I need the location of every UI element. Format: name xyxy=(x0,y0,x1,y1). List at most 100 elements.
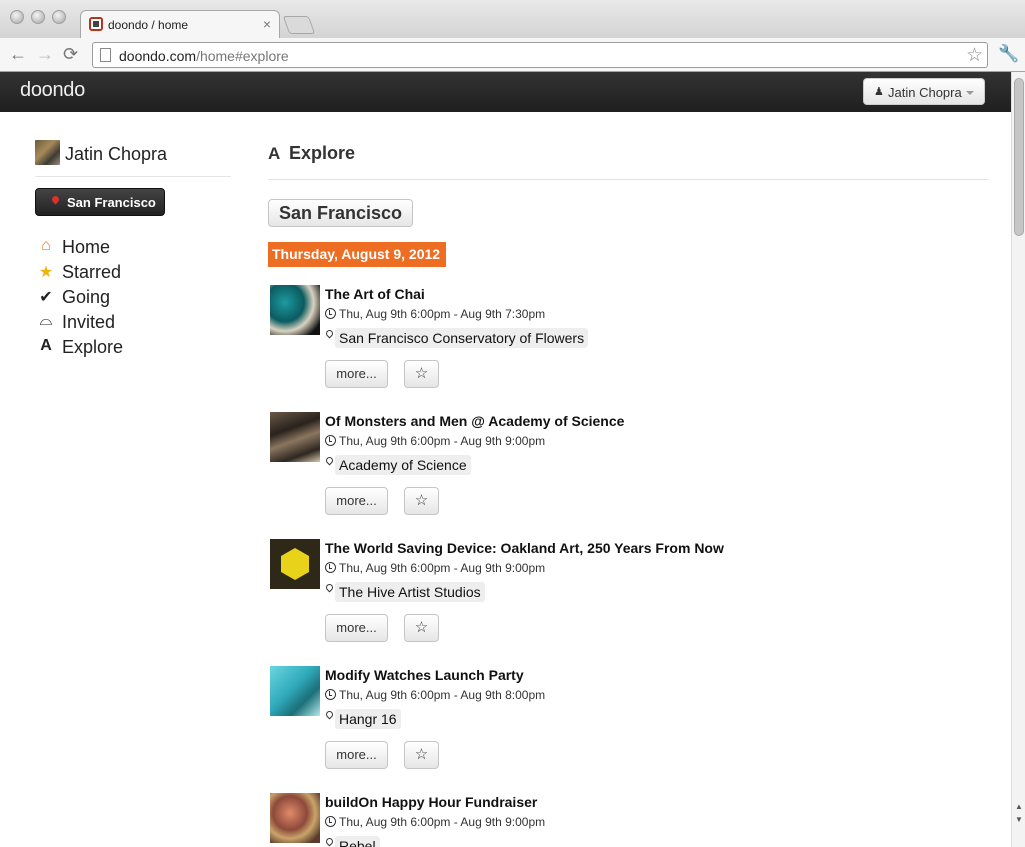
event-item: The Art of Chai Thu, Aug 9th 6:00pm - Au… xyxy=(268,285,988,405)
inbox-icon: ⌓ xyxy=(39,312,53,329)
event-venue: Hangr 16 xyxy=(324,709,401,731)
brand-logo[interactable]: doondo xyxy=(20,79,85,102)
sidebar-item-explore[interactable]: A Explore xyxy=(37,336,197,361)
venue-name[interactable]: San Francisco Conservatory of Flowers xyxy=(335,328,589,348)
event-thumbnail[interactable] xyxy=(270,285,320,335)
reload-icon[interactable]: ⟳ xyxy=(63,43,78,65)
clock-icon xyxy=(325,308,336,319)
star-button[interactable]: ☆ xyxy=(404,741,439,769)
forward-icon[interactable]: → xyxy=(36,43,54,65)
new-tab-button[interactable] xyxy=(282,16,316,34)
close-window-button[interactable] xyxy=(10,10,24,24)
location-button[interactable]: San Francisco xyxy=(35,188,165,216)
sidebar-item-label: Starred xyxy=(62,262,122,282)
more-button[interactable]: more... xyxy=(325,741,388,769)
event-item: The World Saving Device: Oakland Art, 25… xyxy=(268,539,988,659)
zoom-window-button[interactable] xyxy=(52,10,66,24)
venue-name[interactable]: Academy of Science xyxy=(335,455,471,475)
venue-name[interactable]: Hangr 16 xyxy=(335,709,401,729)
sidebar-item-label: Explore xyxy=(62,337,124,357)
user-menu-label: Jatin Chopra xyxy=(888,85,962,100)
sidebar-item-label: Home xyxy=(62,237,111,257)
more-button[interactable]: more... xyxy=(325,360,388,388)
sidebar-item-starred[interactable]: ★ Starred xyxy=(37,261,197,286)
user-icon: ♟ xyxy=(874,86,884,98)
venue-name[interactable]: The Hive Artist Studios xyxy=(335,582,485,602)
event-item: Modify Watches Launch Party Thu, Aug 9th… xyxy=(268,666,988,786)
event-item: buildOn Happy Hour Fundraiser Thu, Aug 9… xyxy=(268,793,988,847)
event-time: Thu, Aug 9th 6:00pm - Aug 9th 9:00pm xyxy=(325,561,545,575)
event-time: Thu, Aug 9th 6:00pm - Aug 9th 7:30pm xyxy=(325,307,545,321)
star-button[interactable]: ☆ xyxy=(404,360,439,388)
page-title: A Explore xyxy=(268,143,356,163)
caret-down-icon xyxy=(966,91,974,95)
avatar[interactable] xyxy=(35,140,60,165)
url-text[interactable]: doondo.com/home#explore xyxy=(119,48,289,64)
clock-icon xyxy=(325,435,336,446)
map-marker-icon xyxy=(324,328,335,339)
city-button[interactable]: San Francisco xyxy=(268,199,413,227)
browser-toolbar: ← → ⟳ doondo.com/home#explore ☆ 🔧 xyxy=(0,38,1025,72)
sidebar-item-home[interactable]: ⌂ Home xyxy=(37,236,197,261)
map-marker-icon xyxy=(324,709,335,720)
home-icon: ⌂ xyxy=(41,237,51,254)
back-icon[interactable]: ← xyxy=(9,43,27,65)
date-label: Thursday, August 9, 2012 xyxy=(268,242,446,267)
sidebar-divider xyxy=(35,176,231,177)
event-title[interactable]: The World Saving Device: Oakland Art, 25… xyxy=(325,540,724,556)
clock-icon xyxy=(325,562,336,573)
check-icon: ✔ xyxy=(39,289,53,306)
sidebar-item-label: Going xyxy=(62,287,111,307)
scroll-thumb[interactable] xyxy=(1014,78,1024,236)
event-time: Thu, Aug 9th 6:00pm - Aug 9th 8:00pm xyxy=(325,688,545,702)
event-title[interactable]: Modify Watches Launch Party xyxy=(325,667,524,683)
map-marker-icon xyxy=(324,836,335,847)
minimize-window-button[interactable] xyxy=(31,10,45,24)
star-icon: ★ xyxy=(38,264,54,281)
sidebar-nav: ⌂ Home ★ Starred ✔ Going ⌓ Invited A Exp… xyxy=(37,236,197,361)
scrollbar[interactable]: ▲ ▼ xyxy=(1011,72,1025,847)
sidebar-item-going[interactable]: ✔ Going xyxy=(37,286,197,311)
event-venue: San Francisco Conservatory of Flowers xyxy=(324,328,589,350)
event-item: Of Monsters and Men @ Academy of Science… xyxy=(268,412,988,532)
clock-icon xyxy=(325,689,336,700)
user-menu-button[interactable]: ♟ Jatin Chopra xyxy=(863,78,985,105)
event-venue: Academy of Science xyxy=(324,455,471,477)
event-venue: Rebel xyxy=(324,836,380,847)
more-button[interactable]: more... xyxy=(325,487,388,515)
star-button[interactable]: ☆ xyxy=(404,487,439,515)
tab-title: doondo / home xyxy=(108,18,189,32)
favicon-icon xyxy=(89,17,103,31)
browser-titlebar: doondo / home × xyxy=(0,0,1025,38)
event-time: Thu, Aug 9th 6:00pm - Aug 9th 9:00pm xyxy=(325,434,545,448)
event-time: Thu, Aug 9th 6:00pm - Aug 9th 9:00pm xyxy=(325,815,545,829)
event-thumbnail[interactable] xyxy=(270,793,320,843)
road-icon: A xyxy=(268,144,281,163)
event-thumbnail[interactable] xyxy=(270,412,320,462)
event-title[interactable]: buildOn Happy Hour Fundraiser xyxy=(325,794,537,810)
road-icon: A xyxy=(40,337,52,354)
event-thumbnail[interactable] xyxy=(270,539,320,589)
event-thumbnail[interactable] xyxy=(270,666,320,716)
map-marker-icon xyxy=(324,455,335,466)
scroll-down-arrow-icon[interactable]: ▼ xyxy=(1015,815,1023,824)
sidebar-item-invited[interactable]: ⌓ Invited xyxy=(37,311,197,336)
header-divider xyxy=(268,179,989,180)
browser-tab[interactable]: doondo / home × xyxy=(80,10,280,38)
venue-name[interactable]: Rebel xyxy=(335,836,380,847)
address-bar[interactable]: doondo.com/home#explore ☆ xyxy=(92,42,988,68)
bookmark-star-icon[interactable]: ☆ xyxy=(966,44,983,67)
page-icon xyxy=(100,48,111,62)
map-marker-icon xyxy=(50,194,61,205)
location-label: San Francisco xyxy=(67,195,156,210)
tab-close-icon[interactable]: × xyxy=(263,16,271,32)
event-title[interactable]: The Art of Chai xyxy=(325,286,425,302)
event-title[interactable]: Of Monsters and Men @ Academy of Science xyxy=(325,413,624,429)
scroll-up-arrow-icon[interactable]: ▲ xyxy=(1015,802,1023,811)
event-venue: The Hive Artist Studios xyxy=(324,582,485,604)
more-button[interactable]: more... xyxy=(325,614,388,642)
wrench-icon[interactable]: 🔧 xyxy=(998,44,1019,64)
sidebar-item-label: Invited xyxy=(62,312,116,332)
star-button[interactable]: ☆ xyxy=(404,614,439,642)
sidebar-user-name[interactable]: Jatin Chopra xyxy=(65,144,167,165)
